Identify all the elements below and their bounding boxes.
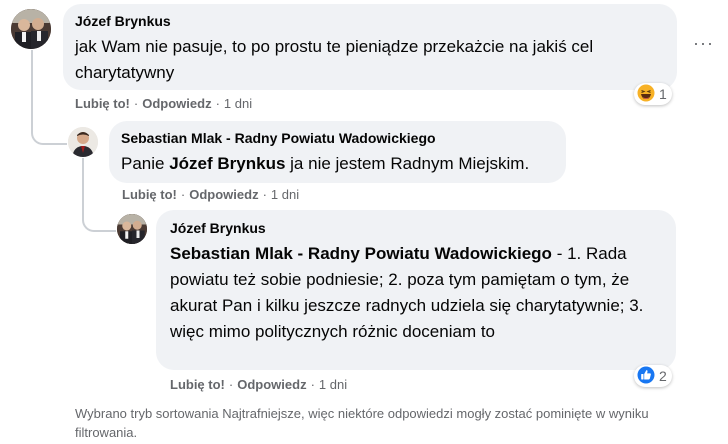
text-suffix: ja nie jestem Radnym Miejskim. [290,154,530,173]
text-prefix: Panie [121,154,165,173]
comment-author[interactable]: Józef Brynkus [75,12,665,30]
haha-emoji-icon [637,84,655,105]
comment-actions: Lubię to! · Odpowiedz · 1 dni [75,96,253,111]
comment-text: Sebastian Mlak - Radny Powiatu Wadowicki… [170,241,662,345]
thread-line-1 [31,50,67,145]
comment-bubble-2: Sebastian Mlak - Radny Powiatu Wadowicki… [109,121,566,183]
reaction-count: 1 [659,86,667,102]
more-options-button[interactable]: ··· [693,33,714,54]
comment-actions: Lubię to! · Odpowiedz · 1 dni [170,377,348,392]
comment-time[interactable]: 1 dni [319,377,347,392]
comment-time[interactable]: 1 dni [271,187,299,202]
comment-actions: Lubię to! · Odpowiedz · 1 dni [122,187,300,202]
like-button[interactable]: Lubię to! [170,377,225,392]
comment-bubble-3: Józef Brynkus Sebastian Mlak - Radny Pow… [156,210,676,370]
like-button[interactable]: Lubię to! [122,187,177,202]
comment-author[interactable]: Józef Brynkus [170,219,662,237]
comment-time[interactable]: 1 dni [224,96,252,111]
reaction-summary[interactable]: 1 [634,83,672,105]
avatar-sebastian-mlak[interactable] [68,127,98,157]
mention-link[interactable]: Sebastian Mlak - Radny Powiatu Wadowicki… [170,244,552,263]
like-button[interactable]: Lubię to! [75,96,130,111]
comment-text: Panie Józef Brynkus ja nie jestem Radnym… [121,151,554,177]
avatar-jozef-brynkus[interactable] [117,214,147,244]
reaction-count: 2 [659,368,667,384]
reply-button[interactable]: Odpowiedz [142,96,211,111]
reply-button[interactable]: Odpowiedz [237,377,306,392]
reply-button[interactable]: Odpowiedz [189,187,258,202]
mention-link[interactable]: Józef Brynkus [169,154,285,173]
comment-text: jak Wam nie pasuje, to po prostu te pien… [75,37,594,82]
comment-bubble-1: Józef Brynkus jak Wam nie pasuje, to po … [63,4,677,90]
comment-author[interactable]: Sebastian Mlak - Radny Powiatu Wadowicki… [121,129,554,147]
reaction-summary[interactable]: 2 [634,365,672,387]
sorting-notice: Wybrano tryb sortowania Najtrafniejsze, … [75,406,649,440]
like-thumb-icon [637,366,655,387]
avatar-jozef-brynkus[interactable] [11,9,51,49]
